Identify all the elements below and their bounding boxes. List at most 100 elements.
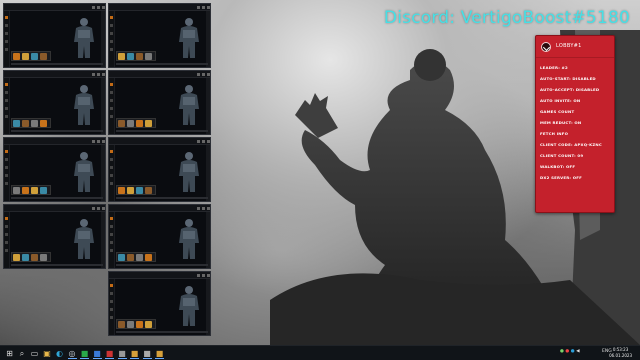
lobby-setting-row[interactable]: GAMES COUNT xyxy=(540,106,614,117)
window-control-icon[interactable] xyxy=(102,207,105,210)
sidebar-icon[interactable] xyxy=(5,83,8,86)
inventory-item-icon[interactable] xyxy=(31,53,38,60)
inventory-item-icon[interactable] xyxy=(145,53,152,60)
tray-wifi-icon[interactable]: ● xyxy=(560,349,564,354)
window-control-icon[interactable] xyxy=(207,140,210,143)
sidebar-icon[interactable] xyxy=(5,91,8,94)
sidebar-icon[interactable] xyxy=(110,32,113,35)
game-client-window[interactable] xyxy=(3,70,106,135)
sidebar-icon[interactable] xyxy=(5,174,8,177)
inventory-item-icon[interactable] xyxy=(145,254,152,261)
sidebar-icon[interactable] xyxy=(5,24,8,27)
sidebar-icon[interactable] xyxy=(5,233,8,236)
inventory-item-icon[interactable] xyxy=(118,254,125,261)
app-icon[interactable]: ■ xyxy=(104,348,115,359)
sidebar-icon[interactable] xyxy=(5,225,8,228)
app-icon[interactable]: ■ xyxy=(79,348,90,359)
sidebar-icon[interactable] xyxy=(110,48,113,51)
sidebar-icon[interactable] xyxy=(110,158,113,161)
game-client-window[interactable] xyxy=(108,70,211,135)
inventory-item-icon[interactable] xyxy=(118,53,125,60)
inventory-item-icon[interactable] xyxy=(118,321,125,328)
sidebar-icon[interactable] xyxy=(110,174,113,177)
lobby-panel[interactable]: LOBBY#1 LEADER: #2 AUTO-START: DISABLED AU… xyxy=(535,35,615,213)
sidebar-icon[interactable] xyxy=(5,150,8,153)
sidebar-icon[interactable] xyxy=(110,40,113,43)
client-sidebar[interactable] xyxy=(109,212,115,268)
tray-app-icon[interactable]: ● xyxy=(571,349,575,354)
inventory-item-icon[interactable] xyxy=(13,187,20,194)
window-control-icon[interactable] xyxy=(97,6,100,9)
window-control-icon[interactable] xyxy=(97,207,100,210)
inventory-panel[interactable] xyxy=(116,319,156,329)
window-control-icon[interactable] xyxy=(102,6,105,9)
game-client-window[interactable] xyxy=(3,204,106,269)
lobby-setting-row[interactable]: CLIENT COUNT: 09 xyxy=(540,150,614,161)
inventory-panel[interactable] xyxy=(11,252,51,262)
inventory-panel[interactable] xyxy=(116,185,156,195)
client-friends-dock[interactable] xyxy=(206,78,210,134)
lobby-setting-row[interactable]: AUTO-START: DISABLED xyxy=(540,73,614,84)
inventory-item-icon[interactable] xyxy=(31,187,38,194)
sidebar-icon[interactable] xyxy=(5,115,8,118)
inventory-item-icon[interactable] xyxy=(40,187,47,194)
lobby-setting-row[interactable]: FETCH INFO xyxy=(540,128,614,139)
game-client-window[interactable] xyxy=(108,137,211,202)
game-client-window[interactable] xyxy=(108,271,211,336)
lobby-setting-row[interactable]: LEADER: #2 xyxy=(540,62,614,73)
window-control-icon[interactable] xyxy=(197,274,200,277)
client-sidebar[interactable] xyxy=(4,11,10,67)
window-control-icon[interactable] xyxy=(102,140,105,143)
sidebar-icon[interactable] xyxy=(5,32,8,35)
client-titlebar[interactable] xyxy=(109,138,210,145)
client-sidebar[interactable] xyxy=(4,212,10,268)
client-friends-dock[interactable] xyxy=(101,11,105,67)
inventory-item-icon[interactable] xyxy=(127,321,134,328)
inventory-item-icon[interactable] xyxy=(136,321,143,328)
client-titlebar[interactable] xyxy=(4,205,105,212)
client-sidebar[interactable] xyxy=(4,145,10,201)
inventory-item-icon[interactable] xyxy=(31,120,38,127)
sidebar-icon[interactable] xyxy=(5,166,8,169)
client-friends-dock[interactable] xyxy=(206,145,210,201)
client-sidebar[interactable] xyxy=(109,78,115,134)
client-friends-dock[interactable] xyxy=(206,11,210,67)
sidebar-icon[interactable] xyxy=(5,241,8,244)
client-titlebar[interactable] xyxy=(4,71,105,78)
inventory-item-icon[interactable] xyxy=(127,187,134,194)
inventory-item-icon[interactable] xyxy=(40,254,47,261)
window-control-icon[interactable] xyxy=(92,73,95,76)
taskbar-clock[interactable]: 0:53:23 06.01.2023 xyxy=(609,347,632,359)
sidebar-icon[interactable] xyxy=(110,83,113,86)
sidebar-icon[interactable] xyxy=(5,99,8,102)
window-control-icon[interactable] xyxy=(92,6,95,9)
client-titlebar[interactable] xyxy=(109,272,210,279)
sidebar-icon[interactable] xyxy=(5,48,8,51)
window-control-icon[interactable] xyxy=(207,73,210,76)
window-control-icon[interactable] xyxy=(197,6,200,9)
lobby-setting-row[interactable]: AUTO-ACCEPT: DISABLED xyxy=(540,84,614,95)
inventory-item-icon[interactable] xyxy=(136,187,143,194)
client-sidebar[interactable] xyxy=(109,279,115,335)
client-friends-dock[interactable] xyxy=(101,212,105,268)
inventory-item-icon[interactable] xyxy=(127,120,134,127)
game-client-window[interactable] xyxy=(3,137,106,202)
inventory-panel[interactable] xyxy=(116,118,156,128)
inventory-item-icon[interactable] xyxy=(13,53,20,60)
sidebar-icon[interactable] xyxy=(5,40,8,43)
explorer-icon[interactable]: ▣ xyxy=(42,348,53,359)
sidebar-icon[interactable] xyxy=(110,91,113,94)
client-sidebar[interactable] xyxy=(4,78,10,134)
inventory-panel[interactable] xyxy=(11,51,51,61)
client-friends-dock[interactable] xyxy=(101,78,105,134)
sidebar-icon[interactable] xyxy=(110,308,113,311)
client-titlebar[interactable] xyxy=(4,138,105,145)
lobby-setting-row[interactable]: AUTO INVITE: ON xyxy=(540,95,614,106)
task-view-icon[interactable]: ▭ xyxy=(29,348,40,359)
window-control-icon[interactable] xyxy=(202,274,205,277)
client-titlebar[interactable] xyxy=(109,71,210,78)
inventory-panel[interactable] xyxy=(11,185,51,195)
sidebar-icon[interactable] xyxy=(5,158,8,161)
inventory-item-icon[interactable] xyxy=(145,120,152,127)
window-control-icon[interactable] xyxy=(197,140,200,143)
